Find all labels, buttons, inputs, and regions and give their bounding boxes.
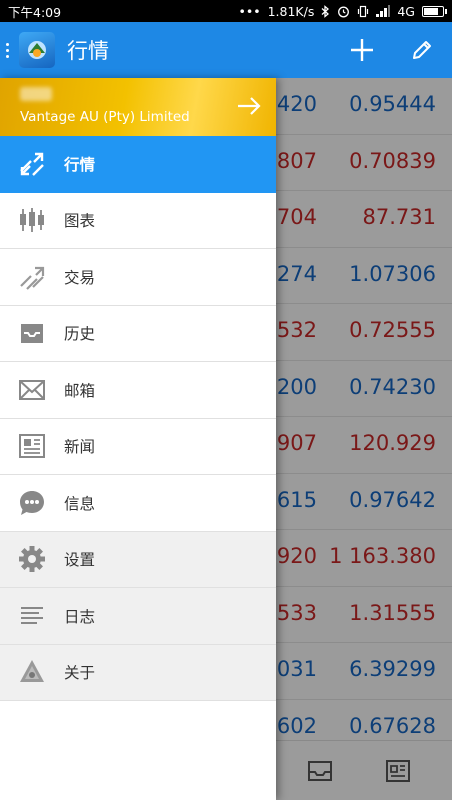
pencil-icon <box>413 41 431 59</box>
menu-item-label: 邮箱 <box>64 381 96 400</box>
plus-icon <box>351 39 373 61</box>
network-speed: 1.81K/s <box>267 3 315 19</box>
signal-icon <box>376 5 391 17</box>
metatrader-logo-icon[interactable] <box>19 32 55 68</box>
account-broker-name: Vantage AU (Pty) Limited <box>20 109 190 125</box>
menu-item-messages[interactable]: 信息 <box>0 475 276 532</box>
menu-item-label: 日志 <box>64 607 96 626</box>
menu-item-label: 新闻 <box>64 438 96 457</box>
menu-item-label: 行情 <box>64 155 96 174</box>
page-title: 行情 <box>67 39 109 63</box>
news-icon <box>19 434 45 459</box>
menu-item-chart[interactable]: 图表 <box>0 193 276 249</box>
overflow-menu-icon[interactable] <box>0 22 14 78</box>
battery-icon <box>422 5 447 17</box>
menu-item-quotes[interactable]: 行情 <box>0 136 276 193</box>
menu-item-journal[interactable]: 日志 <box>0 588 276 645</box>
settings-icon <box>19 546 45 573</box>
account-number-blurred <box>20 87 52 101</box>
menu-item-label: 关于 <box>64 664 96 683</box>
menu-item-trade[interactable]: 交易 <box>0 249 276 306</box>
status-bar: 下午4:09 ••• 1.81K/s 4G <box>0 0 452 22</box>
menu-item-label: 图表 <box>64 212 96 231</box>
account-header[interactable]: Vantage AU (Pty) Limited <box>0 78 276 136</box>
menu-item-history[interactable]: 历史 <box>0 306 276 362</box>
menu-item-label: 设置 <box>64 551 96 570</box>
network-type: 4G <box>397 3 415 19</box>
menu-item-settings[interactable]: 设置 <box>0 531 276 588</box>
arrow-right-icon[interactable] <box>236 95 262 117</box>
navigation-drawer: Vantage AU (Pty) Limited 行情 图表 交易 历史 邮箱 … <box>0 78 276 800</box>
bluetooth-icon <box>321 4 330 18</box>
menu-item-news[interactable]: 新闻 <box>0 419 276 475</box>
menu-item-label: 交易 <box>64 268 96 287</box>
alarm-icon <box>338 6 350 17</box>
edit-button[interactable] <box>392 22 452 78</box>
menu-item-label: 信息 <box>64 494 96 513</box>
status-time: 下午4:09 <box>8 4 62 20</box>
menu-item-about[interactable]: 关于 <box>0 644 276 701</box>
menu-item-mailbox[interactable]: 邮箱 <box>0 362 276 419</box>
add-symbol-button[interactable] <box>332 22 392 78</box>
history-icon <box>21 324 43 344</box>
quotes-icon <box>20 152 44 176</box>
status-dots: ••• <box>238 3 261 19</box>
journal-icon <box>21 606 43 624</box>
vibrate-icon <box>358 5 369 17</box>
about-icon <box>20 660 44 683</box>
messages-icon <box>20 490 44 515</box>
mail-icon <box>19 379 45 400</box>
app-bar: 行情 <box>0 22 452 78</box>
chart-icon <box>20 208 44 233</box>
trade-icon <box>20 266 45 290</box>
menu-item-label: 历史 <box>64 325 96 344</box>
